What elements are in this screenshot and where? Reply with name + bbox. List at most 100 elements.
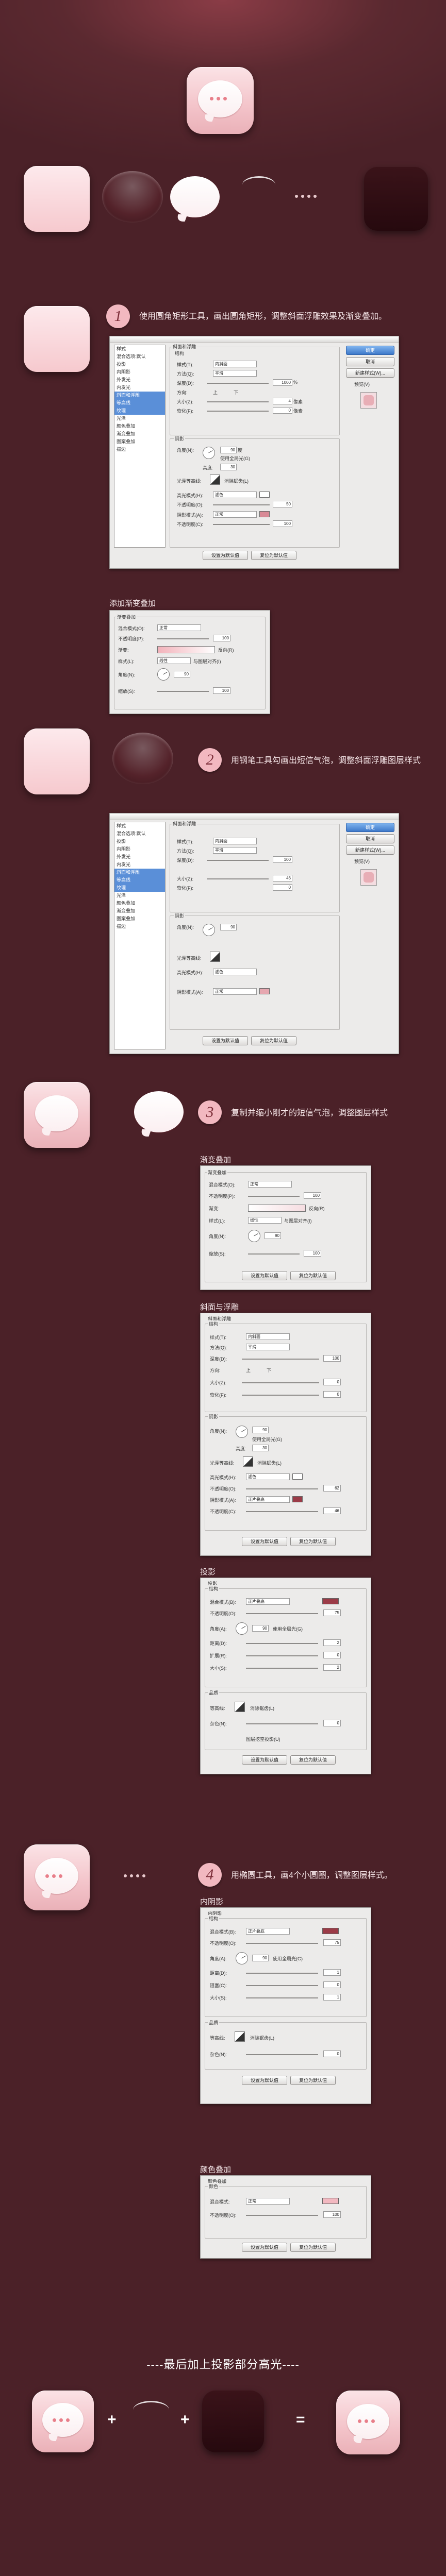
style-item[interactable]: 图案叠加 [114, 438, 165, 446]
noise-slider[interactable] [246, 1723, 318, 1724]
style-item[interactable]: 等高线 [114, 399, 165, 407]
blend-mode-select[interactable]: 正常 [157, 624, 201, 631]
shadow-mode-select[interactable]: 正常 [213, 988, 257, 995]
style-item[interactable]: 外发光 [114, 853, 165, 861]
scale-slider[interactable] [157, 691, 209, 692]
gradient-style-select[interactable]: 线性 [248, 1217, 282, 1224]
size-slider[interactable] [242, 1382, 319, 1383]
new-style-button[interactable]: 新建样式(W)... [346, 845, 394, 855]
style-item[interactable]: 内发光 [114, 384, 165, 392]
distance-input[interactable]: 1 [323, 1969, 341, 1976]
make-default-button[interactable]: 设置为默认值 [242, 1755, 287, 1765]
global-light-checkbox[interactable]: 使用全局光(G) [273, 1625, 303, 1632]
size-slider[interactable] [207, 878, 269, 879]
style-item[interactable]: 等高线 [114, 876, 165, 884]
blend-mode-select[interactable]: 正常 [246, 2198, 290, 2205]
global-light-checkbox[interactable]: 使用全局光(G) [220, 455, 250, 462]
opacity-input[interactable]: 100 [304, 1192, 321, 1199]
reset-default-button[interactable]: 复位为默认值 [251, 1036, 296, 1045]
opacity-slider[interactable] [246, 2215, 318, 2216]
shadow-mode-select[interactable]: 正片叠底 [246, 1496, 290, 1503]
noise-input[interactable]: 0 [323, 2050, 341, 2057]
anti-alias-checkbox[interactable]: 消除锯齿(L) [250, 1705, 274, 1711]
dir-down-radio[interactable]: 下 [234, 389, 238, 396]
knockout-checkbox[interactable]: 图层挖空投影(U) [246, 1736, 280, 1742]
distance-slider[interactable] [246, 1643, 318, 1644]
shadow-color-swatch[interactable] [259, 511, 270, 517]
gloss-contour-picker[interactable] [210, 474, 220, 485]
style-item[interactable]: 渐变叠加 [114, 430, 165, 438]
style-item[interactable]: 样式 [114, 822, 165, 830]
distance-slider[interactable] [246, 1973, 318, 1974]
opacity-slider[interactable] [246, 1943, 318, 1944]
angle-dial[interactable] [203, 447, 215, 459]
soften-input[interactable]: 0 [323, 1391, 341, 1398]
size-input[interactable]: 1 [323, 1994, 341, 2001]
make-default-button[interactable]: 设置为默认值 [242, 1271, 287, 1280]
contour-picker[interactable] [235, 1702, 245, 1712]
angle-dial[interactable] [236, 1952, 248, 1964]
style-item[interactable]: 渐变叠加 [114, 907, 165, 915]
style-item[interactable]: 描边 [114, 446, 165, 453]
reset-default-button[interactable]: 复位为默认值 [290, 1755, 336, 1765]
style-item[interactable]: 光泽 [114, 415, 165, 422]
noise-input[interactable]: 0 [323, 1720, 341, 1726]
preview-checkbox[interactable]: 预览(V) [354, 381, 370, 387]
size-slider[interactable] [207, 401, 269, 402]
highlight-opacity-slider[interactable] [213, 504, 270, 505]
anti-alias-checkbox[interactable]: 消除锯齿(L) [250, 2035, 274, 2041]
size-slider[interactable] [246, 1668, 318, 1669]
angle-input[interactable]: 90 [174, 671, 190, 677]
shadow-color-swatch[interactable] [322, 1598, 339, 1604]
shadow-opacity-input[interactable]: 100 [273, 520, 292, 527]
style-item[interactable]: 颜色叠加 [114, 900, 165, 907]
align-checkbox[interactable]: 与图层对齐(I) [284, 1217, 312, 1224]
angle-dial[interactable] [248, 1230, 260, 1242]
style-item[interactable]: 纹理 [114, 884, 165, 892]
depth-input[interactable]: 100 [323, 1355, 341, 1362]
highlight-opacity-input[interactable]: 62 [323, 1485, 341, 1492]
style-item[interactable]: 描边 [114, 923, 165, 930]
reset-default-button[interactable]: 复位为默认值 [251, 551, 296, 560]
angle-dial[interactable] [203, 924, 215, 936]
reverse-checkbox[interactable]: 反向(R) [309, 1205, 325, 1212]
style-item[interactable]: 混合选项:默认 [114, 353, 165, 361]
make-default-button[interactable]: 设置为默认值 [242, 2243, 287, 2252]
shadow-mode-select[interactable]: 正常 [213, 511, 257, 518]
method-select[interactable]: 平滑 [213, 370, 257, 377]
reset-default-button[interactable]: 复位为默认值 [290, 1271, 336, 1280]
soften-slider[interactable] [242, 1395, 319, 1396]
shadow-opacity-slider[interactable] [246, 1511, 318, 1512]
choke-slider[interactable] [246, 1985, 318, 1986]
reset-default-button[interactable]: 复位为默认值 [290, 2243, 336, 2252]
size-input[interactable]: 0 [323, 1379, 341, 1385]
gloss-contour-picker[interactable] [243, 1456, 253, 1467]
style-item-selected[interactable]: 斜面和浮雕 [114, 869, 165, 876]
size-input[interactable]: 46 [273, 875, 292, 882]
blend-mode-select[interactable]: 正常 [248, 1181, 292, 1188]
style-item[interactable]: 混合选项:默认 [114, 830, 165, 838]
dir-up-radio[interactable]: 上 [246, 1367, 251, 1374]
opacity-input[interactable]: 75 [323, 1609, 341, 1616]
anti-alias-checkbox[interactable]: 消除锯齿(L) [224, 478, 249, 484]
altitude-input[interactable]: 30 [220, 464, 237, 470]
style-item[interactable]: 投影 [114, 361, 165, 368]
angle-dial[interactable] [236, 1622, 248, 1635]
ok-button[interactable]: 确定 [346, 823, 394, 832]
highlight-mode-select[interactable]: 滤色 [213, 969, 257, 975]
style-item[interactable]: 内阴影 [114, 845, 165, 853]
opacity-input[interactable]: 100 [323, 2211, 341, 2218]
highlight-mode-select[interactable]: 滤色 [246, 1473, 290, 1480]
global-light-checkbox[interactable]: 使用全局光(G) [273, 1955, 303, 1962]
opacity-input[interactable]: 100 [213, 635, 230, 641]
gloss-contour-picker[interactable] [210, 952, 220, 962]
global-light-checkbox[interactable]: 使用全局光(G) [252, 1436, 282, 1443]
size-input[interactable]: 2 [323, 1664, 341, 1671]
depth-input[interactable]: 1000 [273, 379, 292, 386]
new-style-button[interactable]: 新建样式(W)... [346, 368, 394, 378]
shadow-color-swatch[interactable] [322, 1928, 339, 1934]
method-select[interactable]: 平滑 [213, 847, 257, 854]
highlight-color-swatch[interactable] [292, 1473, 303, 1480]
gradient-picker[interactable] [157, 646, 215, 653]
method-select[interactable]: 平滑 [246, 1344, 290, 1350]
